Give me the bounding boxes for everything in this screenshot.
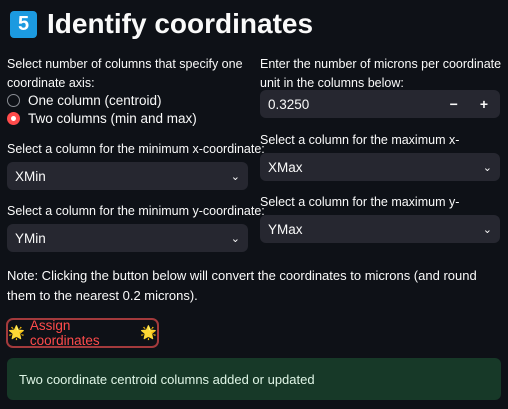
select-value: XMax [268, 159, 303, 175]
select-value: YMin [15, 230, 46, 246]
page-title: Identify coordinates [47, 8, 314, 39]
page-header: 5 Identify coordinates [10, 8, 313, 40]
decrement-button[interactable]: − [450, 96, 458, 112]
min-x-select[interactable]: XMin ⌄ [7, 162, 248, 190]
radio-selected-icon [7, 112, 20, 125]
radio-icon [7, 94, 20, 107]
number-value[interactable]: 0.3250 [268, 97, 309, 112]
glowing-star-icon: 🌟 [140, 325, 157, 340]
glowing-star-icon: 🌟 [8, 325, 25, 340]
max-y-select[interactable]: YMax ⌄ [260, 215, 500, 243]
microns-label: Enter the number of microns per coordina… [260, 57, 502, 90]
chevron-down-icon: ⌄ [482, 161, 492, 174]
step-number-badge: 5 [10, 10, 37, 38]
radio-one-column[interactable]: One column (centroid) [7, 93, 162, 108]
select-value: YMax [268, 221, 303, 237]
max-x-select[interactable]: XMax ⌄ [260, 153, 500, 181]
success-text: Two coordinate centroid columns added or… [19, 371, 315, 387]
chevron-down-icon: ⌄ [230, 170, 240, 183]
radio-label: Two columns (min and max) [28, 111, 197, 126]
chevron-down-icon: ⌄ [230, 232, 240, 245]
min-y-select[interactable]: YMin ⌄ [7, 224, 248, 252]
column-count-label: Select number of columns that specify on… [7, 57, 243, 90]
select-value: XMin [15, 168, 46, 184]
min-y-label: Select a column for the minimum y-coordi… [7, 204, 265, 218]
button-label: Assign coordinates [29, 318, 100, 348]
radio-two-columns[interactable]: Two columns (min and max) [7, 111, 197, 126]
conversion-note: Note: Clicking the button below will con… [7, 268, 477, 303]
assign-coordinates-button[interactable]: 🌟 Assign coordinates 🌟 [6, 318, 159, 348]
microns-number-input[interactable]: 0.3250 − + [260, 90, 500, 118]
chevron-down-icon: ⌄ [482, 223, 492, 236]
min-x-label: Select a column for the minimum x-coordi… [7, 142, 265, 156]
increment-button[interactable]: + [480, 96, 488, 112]
radio-label: One column (centroid) [28, 93, 162, 108]
success-message: Two coordinate centroid columns added or… [7, 358, 501, 400]
